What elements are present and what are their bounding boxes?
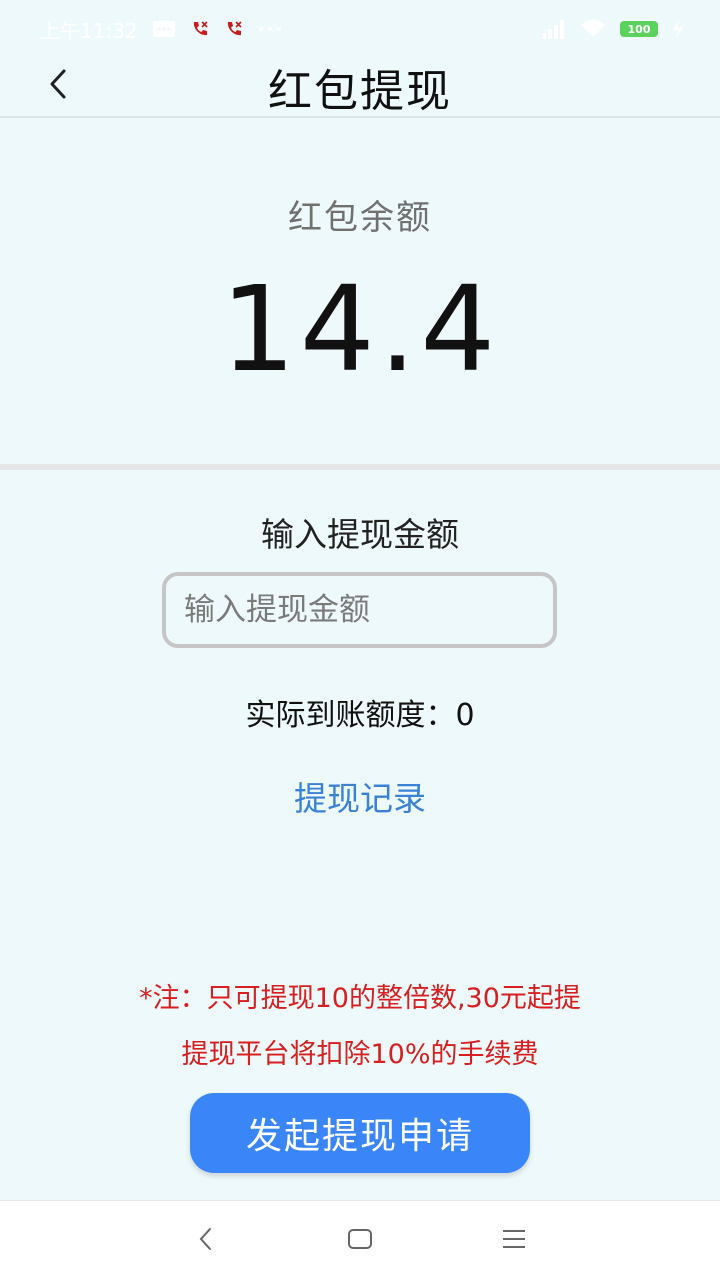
withdraw-records-link[interactable]: 提现记录	[0, 772, 720, 820]
screen: 上午11:32 100 红包提现 红包余额 14.4 输入提现金额 输入提现金额…	[0, 0, 720, 1280]
nav-home-icon	[346, 1227, 374, 1255]
battery-icon: 100	[620, 21, 658, 37]
status-bar: 上午11:32 100	[0, 0, 720, 58]
battery-level: 100	[627, 22, 651, 36]
status-right: 100	[540, 19, 684, 39]
actual-amount-value: 0	[455, 698, 475, 733]
withdraw-amount-input[interactable]	[162, 572, 557, 648]
note-line-1: *注：只可提现10的整倍数,30元起提	[139, 983, 581, 1014]
message-icon	[152, 20, 176, 38]
missed-call-icon	[190, 19, 210, 39]
wifi-icon	[580, 19, 606, 39]
section-divider	[0, 464, 720, 470]
missed-call-icon	[224, 19, 244, 39]
back-arrow-icon	[47, 67, 69, 105]
nav-home-button[interactable]	[338, 1219, 382, 1263]
note-line-2: 提现平台将扣除10%的手续费	[181, 1039, 539, 1070]
balance-label: 红包余额	[288, 198, 432, 238]
charging-icon	[672, 20, 684, 38]
nav-back-button[interactable]	[184, 1219, 228, 1263]
nav-back-icon	[196, 1226, 216, 1256]
header: 红包提现	[0, 58, 720, 118]
actual-amount: 实际到账额度：0	[0, 690, 720, 734]
input-label: 输入提现金额	[261, 515, 459, 554]
page-title: 红包提现	[268, 66, 452, 117]
status-time: 上午11:32	[40, 18, 138, 43]
signal-icon	[540, 19, 566, 39]
actual-amount-label: 实际到账额度：	[245, 698, 456, 733]
balance-value: 14.4	[220, 260, 500, 398]
more-dots-icon	[258, 26, 282, 32]
balance-section: 红包余额 14.4	[0, 120, 720, 466]
submit-withdraw-button[interactable]: 发起提现申请	[190, 1093, 530, 1173]
nav-menu-icon	[501, 1228, 527, 1254]
status-left: 上午11:32	[40, 15, 282, 44]
nav-menu-button[interactable]	[492, 1219, 536, 1263]
back-button[interactable]	[36, 64, 80, 108]
navigation-bar	[0, 1200, 720, 1280]
